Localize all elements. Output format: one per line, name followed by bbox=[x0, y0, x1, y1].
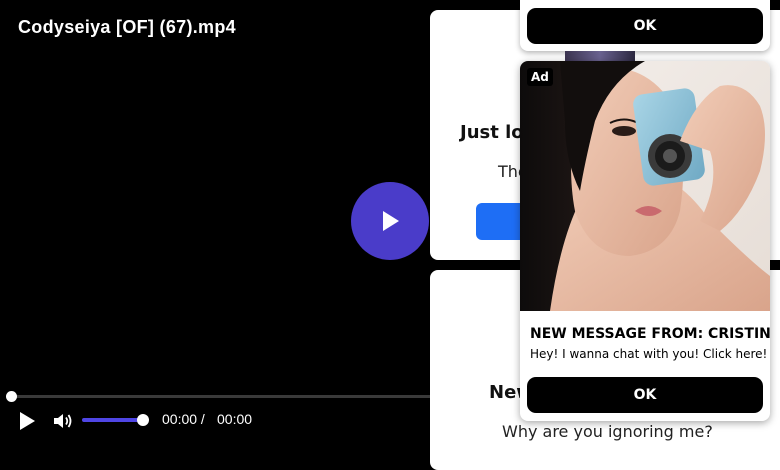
play-button-large[interactable] bbox=[351, 182, 429, 260]
card-text: Why are you ignoring me? bbox=[502, 422, 713, 441]
current-time: 00:00 / bbox=[162, 411, 205, 427]
volume-handle[interactable] bbox=[137, 414, 149, 426]
play-icon bbox=[20, 412, 35, 430]
ad-headline: NEW MESSAGE FROM: CRISTINA bbox=[530, 326, 770, 342]
ad-popup: Ad NEW MESSAGE FROM: CRISTINA Hey! I wan… bbox=[520, 61, 770, 421]
mute-button[interactable] bbox=[52, 411, 74, 431]
ad-popup-top: OK bbox=[520, 0, 770, 51]
ok-button[interactable]: OK bbox=[527, 377, 763, 413]
thumbnail-peek bbox=[565, 51, 635, 61]
ok-button[interactable]: OK bbox=[527, 8, 763, 44]
volume-slider[interactable] bbox=[82, 414, 149, 426]
volume-icon bbox=[54, 414, 72, 428]
play-button[interactable] bbox=[16, 410, 38, 432]
ad-body: Hey! I wanna chat with you! Click here! bbox=[530, 347, 768, 361]
ad-image[interactable] bbox=[520, 61, 770, 311]
progress-handle[interactable] bbox=[6, 391, 17, 402]
duration: 00:00 bbox=[217, 411, 253, 427]
video-title: Codyseiya [OF] (67).mp4 bbox=[18, 17, 236, 37]
play-icon bbox=[383, 211, 399, 231]
ad-badge: Ad bbox=[527, 68, 553, 86]
